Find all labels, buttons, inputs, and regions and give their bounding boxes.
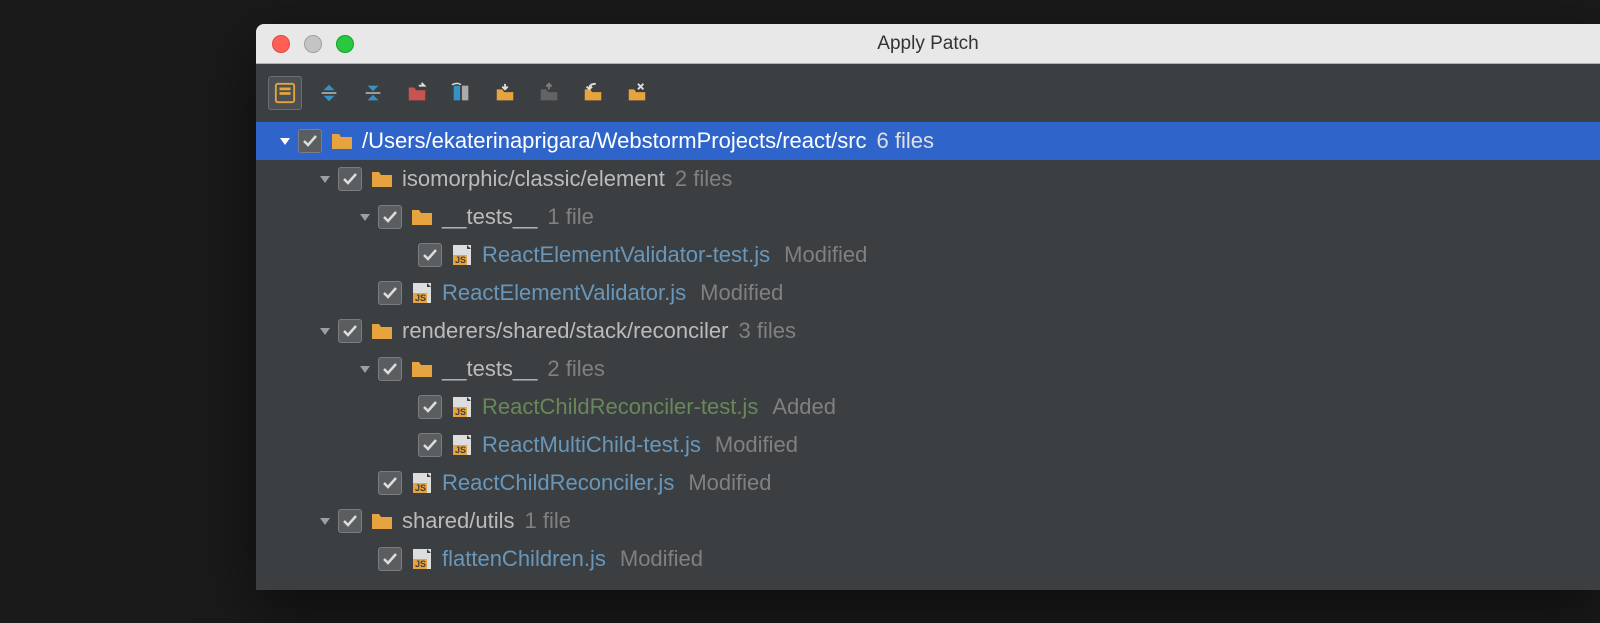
expander-icon[interactable]: [354, 206, 376, 228]
tree-file-row[interactable]: JS ReactElementValidator-test.js Modified: [256, 236, 1600, 274]
row-label: ReactElementValidator-test.js: [482, 242, 770, 268]
svg-text:JS: JS: [415, 559, 426, 569]
apply-patch-window: Apply Patch /Users/ekaterinaprigara/Webs…: [256, 24, 1600, 590]
folder-icon: [370, 510, 394, 532]
tree-folder-row[interactable]: renderers/shared/stack/reconciler 3 files: [256, 312, 1600, 350]
tree-folder-row[interactable]: /Users/ekaterinaprigara/WebstormProjects…: [256, 122, 1600, 160]
tree-file-row[interactable]: JS ReactMultiChild-test.js Modified: [256, 426, 1600, 464]
svg-text:JS: JS: [455, 445, 466, 455]
rollback-icon[interactable]: [576, 76, 610, 110]
svg-text:JS: JS: [455, 407, 466, 417]
svg-text:JS: JS: [415, 483, 426, 493]
tree-folder-row[interactable]: __tests__ 1 file: [256, 198, 1600, 236]
tree-file-row[interactable]: JS ReactElementValidator.js Modified: [256, 274, 1600, 312]
file-status: Modified: [620, 546, 703, 572]
group-by-directory-icon[interactable]: [268, 76, 302, 110]
row-label: flattenChildren.js: [442, 546, 606, 572]
include-checkbox[interactable]: [338, 319, 362, 343]
file-status: Modified: [688, 470, 771, 496]
include-checkbox[interactable]: [418, 395, 442, 419]
show-diff-icon[interactable]: [444, 76, 478, 110]
row-label: ReactElementValidator.js: [442, 280, 686, 306]
minimize-window-button[interactable]: [304, 35, 322, 53]
folder-icon: [370, 168, 394, 190]
file-status: Modified: [784, 242, 867, 268]
file-status: Modified: [715, 432, 798, 458]
exclude-icon[interactable]: [532, 76, 566, 110]
folder-icon: [410, 358, 434, 380]
row-label: __tests__: [442, 356, 537, 382]
include-checkbox[interactable]: [298, 129, 322, 153]
include-checkbox[interactable]: [338, 509, 362, 533]
remove-icon[interactable]: [620, 76, 654, 110]
folder-icon: [370, 320, 394, 342]
row-label: /Users/ekaterinaprigara/WebstormProjects…: [362, 128, 867, 154]
include-checkbox[interactable]: [338, 167, 362, 191]
move-to-changelist-icon[interactable]: [400, 76, 434, 110]
expander-icon[interactable]: [314, 510, 336, 532]
svg-text:JS: JS: [415, 293, 426, 303]
tree-file-row[interactable]: JS flattenChildren.js Modified: [256, 540, 1600, 578]
tree-folder-row[interactable]: __tests__ 2 files: [256, 350, 1600, 388]
titlebar: Apply Patch: [256, 24, 1600, 64]
toolbar: [256, 64, 1600, 120]
tree-file-row[interactable]: JS ReactChildReconciler-test.js Added: [256, 388, 1600, 426]
file-count: 1 file: [525, 508, 571, 534]
tree-file-row[interactable]: JS ReactChildReconciler.js Modified: [256, 464, 1600, 502]
row-label: ReactChildReconciler-test.js: [482, 394, 758, 420]
file-count: 2 files: [675, 166, 732, 192]
folder-icon: [410, 206, 434, 228]
row-label: shared/utils: [402, 508, 515, 534]
file-tree: /Users/ekaterinaprigara/WebstormProjects…: [256, 120, 1600, 590]
row-label: renderers/shared/stack/reconciler: [402, 318, 728, 344]
expand-all-icon[interactable]: [312, 76, 346, 110]
expander-icon[interactable]: [314, 168, 336, 190]
window-controls: [256, 35, 354, 53]
tree-folder-row[interactable]: shared/utils 1 file: [256, 502, 1600, 540]
file-count: 2 files: [547, 356, 604, 382]
include-checkbox[interactable]: [378, 357, 402, 381]
row-label: __tests__: [442, 204, 537, 230]
row-label: ReactMultiChild-test.js: [482, 432, 701, 458]
js-file-icon: JS: [410, 472, 434, 494]
expander-icon[interactable]: [274, 130, 296, 152]
window-title: Apply Patch: [256, 33, 1600, 55]
collapse-all-icon[interactable]: [356, 76, 390, 110]
expander-icon[interactable]: [314, 320, 336, 342]
row-label: isomorphic/classic/element: [402, 166, 665, 192]
js-file-icon: JS: [450, 396, 474, 418]
include-checkbox[interactable]: [378, 547, 402, 571]
row-label: ReactChildReconciler.js: [442, 470, 674, 496]
file-count: 1 file: [547, 204, 593, 230]
close-window-button[interactable]: [272, 35, 290, 53]
include-checkbox[interactable]: [418, 243, 442, 267]
zoom-window-button[interactable]: [336, 35, 354, 53]
include-checkbox[interactable]: [378, 281, 402, 305]
js-file-icon: JS: [450, 434, 474, 456]
file-status: Modified: [700, 280, 783, 306]
js-file-icon: JS: [450, 244, 474, 266]
tree-folder-row[interactable]: isomorphic/classic/element 2 files: [256, 160, 1600, 198]
include-checkbox[interactable]: [378, 205, 402, 229]
include-checkbox[interactable]: [378, 471, 402, 495]
file-count: 3 files: [738, 318, 795, 344]
include-icon[interactable]: [488, 76, 522, 110]
js-file-icon: JS: [410, 548, 434, 570]
expander-icon[interactable]: [354, 358, 376, 380]
include-checkbox[interactable]: [418, 433, 442, 457]
folder-icon: [330, 130, 354, 152]
file-status: Added: [772, 394, 836, 420]
file-count: 6 files: [877, 128, 934, 154]
js-file-icon: JS: [410, 282, 434, 304]
svg-text:JS: JS: [455, 255, 466, 265]
